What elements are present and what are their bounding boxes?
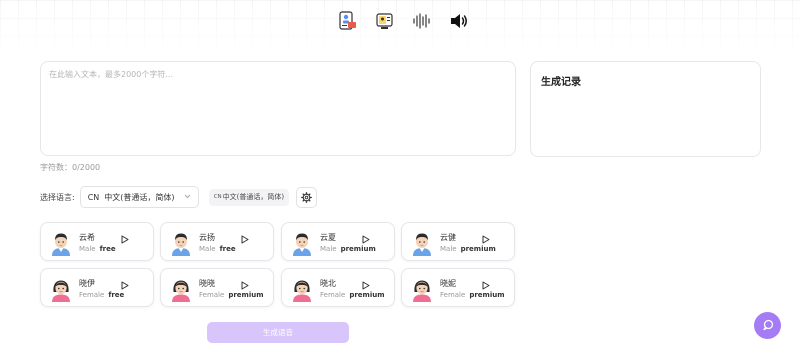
play-icon[interactable]	[482, 275, 490, 290]
voice-tier: free	[99, 245, 116, 253]
play-icon[interactable]	[241, 229, 249, 244]
voice-gender: Female	[440, 291, 466, 299]
voice-name: 云夏	[320, 233, 336, 242]
play-icon[interactable]	[362, 275, 370, 290]
image-to-speech-icon[interactable]	[375, 10, 395, 32]
gear-icon	[301, 188, 313, 207]
voice-card[interactable]: 晓北 Female premium	[281, 268, 395, 307]
voice-name: 云健	[440, 233, 456, 242]
voice-name: 云希	[79, 233, 95, 242]
voice-name: 云扬	[199, 233, 215, 242]
chat-button[interactable]	[754, 312, 781, 339]
voice-gender: Male	[440, 245, 457, 253]
voice-tier: free	[108, 291, 125, 299]
language-select[interactable]: CN 中文(普通话，简体)	[79, 186, 199, 208]
generation-history-panel: 生成记录	[530, 61, 761, 157]
voice-tier: premium	[469, 291, 505, 299]
play-icon[interactable]	[482, 229, 490, 244]
play-icon[interactable]	[121, 275, 129, 290]
voice-meta: Female premium	[320, 291, 385, 299]
voice-gender: Male	[320, 245, 337, 253]
voice-tier: premium	[349, 291, 385, 299]
language-row: 选择语言: CN 中文(普通话，简体) CN 中文(普通话，简体)	[40, 186, 318, 208]
voice-name: 晓晓	[199, 279, 215, 288]
generate-speech-button[interactable]: 生成语音	[207, 322, 349, 343]
voice-gender: Female	[320, 291, 346, 299]
mode-toolbar	[338, 10, 469, 32]
language-selected-value: 中文(普通话，简体)	[104, 192, 175, 202]
history-title: 生成记录	[541, 77, 581, 88]
voice-card[interactable]: 云健 Male premium	[401, 222, 515, 261]
voice-gender: Female	[79, 291, 105, 299]
female-avatar-icon	[168, 276, 194, 302]
voice-card[interactable]: 云夏 Male premium	[281, 222, 395, 261]
chevron-down-icon	[184, 193, 191, 201]
male-avatar-icon	[289, 230, 315, 256]
voice-meta: Female free	[79, 291, 124, 299]
language-tag-label: 中文(普通话，简体)	[222, 193, 285, 201]
language-code: CN	[87, 192, 100, 202]
voice-card[interactable]: 云希 Male free	[40, 222, 154, 261]
voice-meta: Male free	[79, 245, 116, 253]
play-icon[interactable]	[362, 229, 370, 244]
voice-tier: free	[219, 245, 236, 253]
language-tag-code: CN	[213, 194, 222, 200]
voice-gender: Male	[79, 245, 96, 253]
voice-tier: premium	[460, 245, 496, 253]
play-icon[interactable]	[241, 275, 249, 290]
female-avatar-icon	[289, 276, 315, 302]
voice-settings-button[interactable]	[296, 186, 318, 208]
play-icon[interactable]	[121, 229, 129, 244]
text-to-speech-icon[interactable]	[338, 10, 358, 32]
voice-meta: Male premium	[440, 245, 496, 253]
speaker-icon[interactable]	[449, 10, 469, 32]
voice-card[interactable]: 晓妮 Female premium	[401, 268, 515, 307]
male-avatar-icon	[48, 230, 74, 256]
voice-card[interactable]: 晓伊 Female free	[40, 268, 154, 307]
voice-tier: premium	[228, 291, 264, 299]
voice-card[interactable]: 云扬 Male free	[160, 222, 274, 261]
waveform-icon[interactable]	[412, 10, 432, 32]
voice-meta: Female premium	[199, 291, 264, 299]
voice-gender: Female	[199, 291, 225, 299]
voice-name: 晓妮	[440, 279, 456, 288]
voice-card[interactable]: 晓晓 Female premium	[160, 268, 274, 307]
female-avatar-icon	[48, 276, 74, 302]
language-label: 选择语言:	[40, 192, 75, 202]
voice-meta: Female premium	[440, 291, 505, 299]
voice-meta: Male free	[199, 245, 236, 253]
female-avatar-icon	[409, 276, 435, 302]
male-avatar-icon	[409, 230, 435, 256]
voice-meta: Male premium	[320, 245, 376, 253]
voice-gender: Male	[199, 245, 216, 253]
male-avatar-icon	[168, 230, 194, 256]
language-tag: CN 中文(普通话，简体)	[208, 188, 290, 206]
voice-name: 晓伊	[79, 279, 95, 288]
chat-bubble-icon	[762, 316, 774, 335]
voice-name: 晓北	[320, 279, 336, 288]
voice-tier: premium	[340, 245, 376, 253]
char-count: 字符数：0/2000	[40, 163, 101, 172]
text-input[interactable]	[40, 61, 516, 156]
